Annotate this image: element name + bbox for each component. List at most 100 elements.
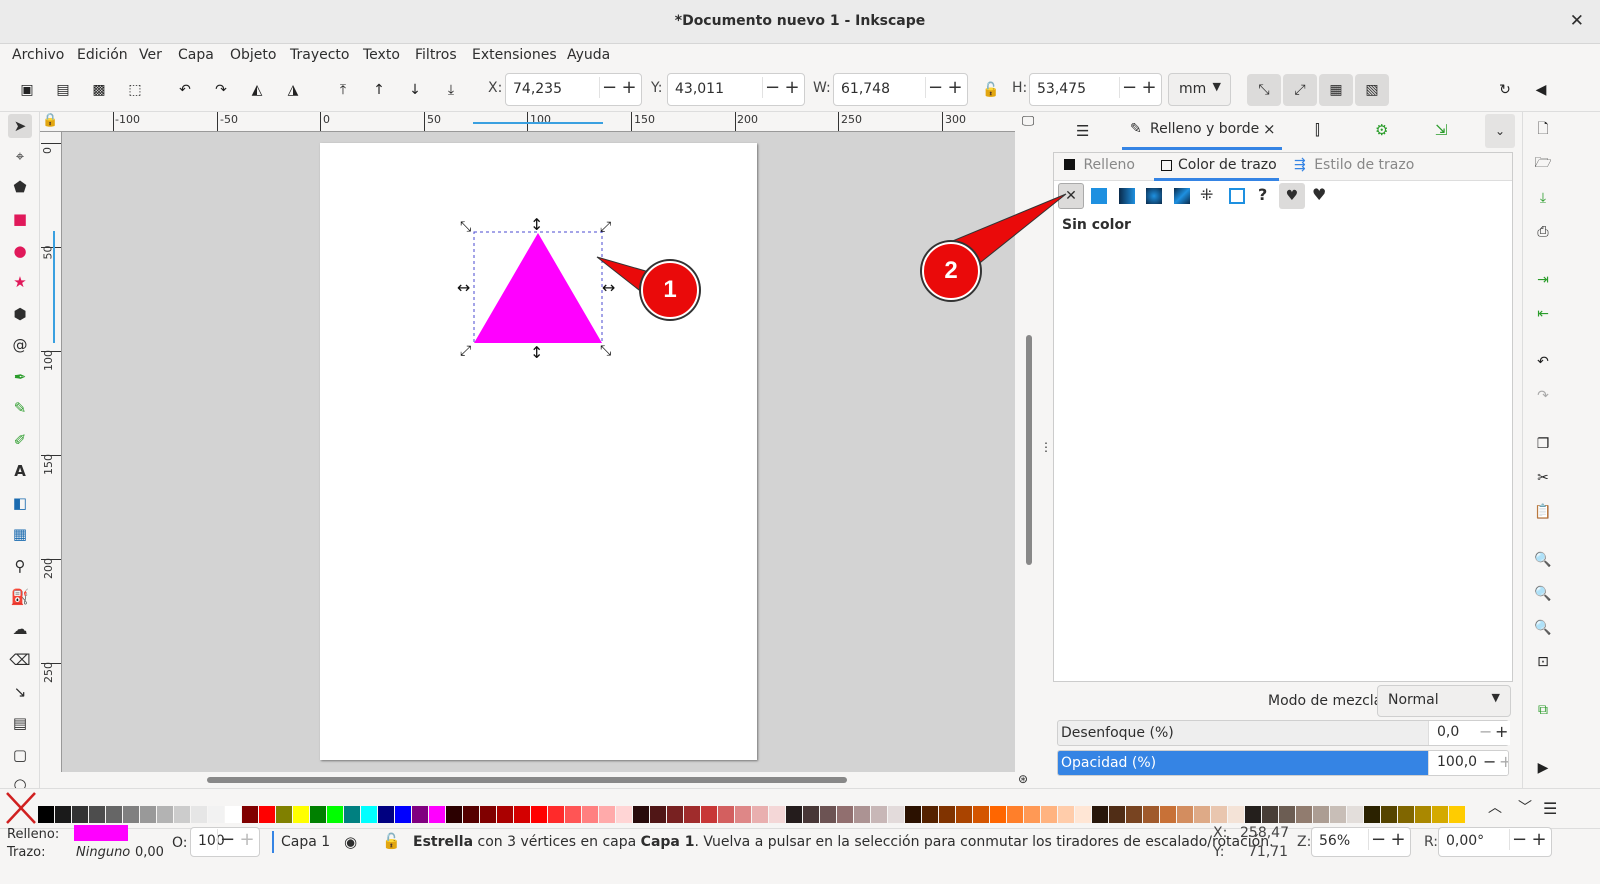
radial-gradient-icon[interactable] bbox=[1146, 188, 1162, 204]
pattern-icon[interactable]: ⁜ bbox=[1200, 185, 1213, 204]
spiral-tool-icon[interactable]: @ bbox=[8, 333, 32, 357]
move-gradients-icon[interactable]: ▦ bbox=[1319, 74, 1353, 106]
color-swatch[interactable] bbox=[1364, 806, 1381, 823]
color-swatch[interactable] bbox=[1449, 806, 1466, 823]
color-manage-icon[interactable]: ⊛ bbox=[1018, 772, 1036, 788]
color-swatch[interactable] bbox=[871, 806, 888, 823]
print-icon[interactable]: ⎙ bbox=[1531, 220, 1555, 244]
color-swatch[interactable] bbox=[599, 806, 616, 823]
align-tab-icon[interactable]: ⫿ bbox=[1315, 121, 1320, 139]
color-swatch[interactable] bbox=[1415, 806, 1432, 823]
w-increment-icon[interactable]: + bbox=[945, 77, 965, 98]
color-swatch[interactable] bbox=[718, 806, 735, 823]
rotate-ccw-icon[interactable]: ↶ bbox=[172, 77, 198, 103]
blur-increment-icon[interactable]: + bbox=[1495, 722, 1508, 741]
export-tab-icon[interactable]: ⇲ bbox=[1435, 121, 1448, 139]
h-increment-icon[interactable]: + bbox=[1139, 77, 1159, 98]
color-swatch[interactable] bbox=[1228, 806, 1245, 823]
select-all-icon[interactable]: ▣ bbox=[14, 77, 40, 103]
menu-filtros[interactable]: Filtros bbox=[415, 47, 457, 63]
color-swatch[interactable] bbox=[344, 806, 361, 823]
zoom-value[interactable]: 56% bbox=[1319, 833, 1350, 849]
color-swatch[interactable] bbox=[208, 806, 225, 823]
y-decrement-icon[interactable]: − bbox=[762, 77, 782, 98]
opacity-slider[interactable]: Opacidad (%) 100,0 − + bbox=[1057, 750, 1509, 776]
decrement-icon[interactable]: − bbox=[217, 829, 237, 850]
color-swatch[interactable] bbox=[1279, 806, 1296, 823]
subtab-stroke-style[interactable]: ⇶ Estilo de trazo bbox=[1294, 157, 1444, 179]
color-swatch[interactable] bbox=[667, 806, 684, 823]
x-field[interactable]: 74,235 − + bbox=[505, 73, 642, 106]
color-swatch[interactable] bbox=[276, 806, 293, 823]
collapse-left-icon[interactable]: ◀ bbox=[1528, 77, 1554, 103]
zoom-field[interactable]: 56% − + bbox=[1311, 827, 1411, 857]
color-swatch[interactable] bbox=[412, 806, 429, 823]
open-icon[interactable]: 🗁 bbox=[1531, 152, 1555, 176]
menu-texto[interactable]: Texto bbox=[363, 47, 400, 63]
color-swatch[interactable] bbox=[1313, 806, 1330, 823]
stroke-width[interactable]: 0,00 bbox=[135, 845, 164, 860]
color-swatch[interactable] bbox=[1007, 806, 1024, 823]
opacity-value[interactable]: 100,0 bbox=[1437, 754, 1477, 770]
color-swatch[interactable] bbox=[1347, 806, 1364, 823]
layer-lock-icon[interactable]: 🔓 bbox=[382, 832, 401, 850]
deselect-icon[interactable]: ⬚ bbox=[122, 77, 148, 103]
w-value[interactable]: 61,748 bbox=[841, 81, 890, 97]
status-opacity-field[interactable]: 100 − + bbox=[190, 827, 260, 857]
color-swatch[interactable] bbox=[89, 806, 106, 823]
palette-scroll-up-icon[interactable]: ︿ bbox=[1488, 797, 1502, 817]
lower-icon[interactable]: ↓ bbox=[402, 77, 428, 103]
canvas[interactable]: ⤡ ⤢ ↕ ↔ ↔ ⤢ ⤡ ↕ 1 bbox=[62, 132, 1015, 772]
flip-horizontal-icon[interactable]: ◭ bbox=[244, 77, 270, 103]
rect-tool-icon[interactable]: ■ bbox=[8, 207, 32, 231]
fill-indicator[interactable] bbox=[74, 825, 128, 841]
color-swatch[interactable] bbox=[548, 806, 565, 823]
text-tool-icon[interactable]: A bbox=[8, 459, 32, 483]
color-swatch[interactable] bbox=[735, 806, 752, 823]
tweak-tool-icon[interactable]: ⬟ bbox=[8, 175, 32, 199]
pages-tool-icon[interactable]: ▢ bbox=[8, 743, 32, 767]
color-swatch[interactable] bbox=[1194, 806, 1211, 823]
color-swatch[interactable] bbox=[616, 806, 633, 823]
color-swatch[interactable] bbox=[463, 806, 480, 823]
star-tool-icon[interactable]: ★ bbox=[8, 270, 32, 294]
swatch-icon[interactable] bbox=[1229, 188, 1245, 204]
layers-tab-icon[interactable]: ☰ bbox=[1076, 122, 1089, 140]
color-swatch[interactable] bbox=[1262, 806, 1279, 823]
color-swatch[interactable] bbox=[1398, 806, 1415, 823]
color-swatch[interactable] bbox=[1126, 806, 1143, 823]
color-swatch[interactable] bbox=[854, 806, 871, 823]
color-swatch[interactable] bbox=[72, 806, 89, 823]
color-swatch[interactable] bbox=[701, 806, 718, 823]
color-swatch[interactable] bbox=[922, 806, 939, 823]
node-tool-icon[interactable]: ⌖ bbox=[8, 144, 32, 168]
lock-ratio-icon[interactable]: 🔓 bbox=[978, 77, 1004, 103]
export-icon[interactable]: ⇤ bbox=[1531, 302, 1555, 326]
color-swatch[interactable] bbox=[582, 806, 599, 823]
h-decrement-icon[interactable]: − bbox=[1119, 77, 1139, 98]
color-swatch[interactable] bbox=[497, 806, 514, 823]
unit-dropdown[interactable]: mm ▼ bbox=[1168, 73, 1231, 106]
color-swatch[interactable] bbox=[837, 806, 854, 823]
color-swatch[interactable] bbox=[1109, 806, 1126, 823]
close-icon[interactable]: ✕ bbox=[1570, 11, 1584, 31]
undo-icon[interactable]: ↶ bbox=[1531, 350, 1555, 374]
select-all-layers-icon[interactable]: ▤ bbox=[50, 77, 76, 103]
measure-tool-icon[interactable]: ▤ bbox=[8, 711, 32, 735]
color-swatch[interactable] bbox=[1211, 806, 1228, 823]
unset-paint-icon[interactable]: ? bbox=[1258, 185, 1267, 204]
color-swatch[interactable] bbox=[1075, 806, 1092, 823]
x-increment-icon[interactable]: + bbox=[619, 77, 639, 98]
selector-tool-icon[interactable]: ➤ bbox=[8, 114, 32, 138]
h-field[interactable]: 53,475 − + bbox=[1029, 73, 1162, 106]
ellipse-tool-icon[interactable]: ● bbox=[8, 239, 32, 263]
chevron-down-icon[interactable]: ⌄ bbox=[1485, 114, 1515, 148]
blur-value[interactable]: 0,0 bbox=[1437, 724, 1459, 740]
color-swatch[interactable] bbox=[446, 806, 463, 823]
3dbox-tool-icon[interactable]: ⬢ bbox=[8, 302, 32, 326]
menu-ayuda[interactable]: Ayuda bbox=[567, 47, 610, 63]
tab-close-icon[interactable]: × bbox=[1263, 120, 1276, 138]
dropper-tool-icon[interactable]: ⚲ bbox=[8, 554, 32, 578]
vertical-scroll-thumb[interactable] bbox=[1026, 335, 1032, 565]
x-value[interactable]: 74,235 bbox=[513, 81, 562, 97]
